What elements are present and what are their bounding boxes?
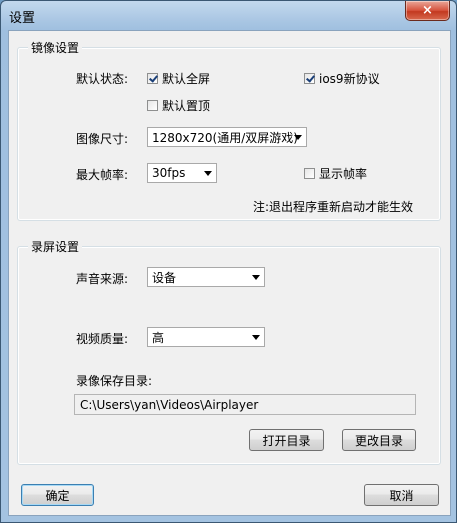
always-on-top-checkbox[interactable]: 默认置顶 [147,97,210,114]
dialog-client-area: 镜像设置 默认状态: 默认全屏 ios9新协议 默认置顶 图像尺寸: 1280x… [8,30,451,516]
always-on-top-label: 默认置顶 [162,99,211,113]
save-dir-label: 录像保存目录: [76,374,153,388]
fullscreen-label: 默认全屏 [162,72,211,86]
image-size-label: 图像尺寸: [76,132,129,146]
ios9-protocol-checkbox[interactable]: ios9新协议 [304,70,380,87]
chevron-down-icon [204,171,212,176]
default-state-label: 默认状态: [76,72,129,86]
max-fps-label: 最大帧率: [76,168,129,182]
checkbox-checked-icon [147,73,158,84]
restart-note: 注:退出程序重新启动才能生效 [253,200,414,214]
window-title: 设置 [9,11,36,26]
chevron-down-icon [252,275,260,280]
video-quality-label: 视频质量: [76,332,129,346]
max-fps-select[interactable]: 30fps [147,163,217,183]
mirror-settings-group: 镜像设置 默认状态: 默认全屏 ios9新协议 默认置顶 图像尺寸: 1280x… [17,39,441,221]
audio-source-label: 声音来源: [76,272,129,286]
ok-button[interactable]: 确定 [21,484,94,506]
save-dir-field[interactable]: C:\Users\yan\Videos\Airplayer [74,394,416,415]
title-bar[interactable]: 设置 × [1,1,456,30]
save-dir-value: C:\Users\yan\Videos\Airplayer [80,397,259,412]
settings-window: 设置 × 镜像设置 默认状态: 默认全屏 ios9新协议 默认置顶 图像尺寸: [0,0,457,523]
video-quality-value: 高 [152,330,165,345]
fullscreen-checkbox[interactable]: 默认全屏 [147,70,210,87]
audio-source-value: 设备 [152,270,177,285]
change-dir-button[interactable]: 更改目录 [342,429,416,451]
image-size-select[interactable]: 1280x720(通用/双屏游戏) [147,127,307,147]
image-size-value: 1280x720(通用/双屏游戏) [152,130,298,145]
checkbox-unchecked-icon [304,168,315,179]
show-fps-label: 显示帧率 [319,167,368,181]
ios9-protocol-label: ios9新协议 [319,72,380,86]
show-fps-checkbox[interactable]: 显示帧率 [304,165,367,182]
close-icon: × [422,3,433,18]
open-dir-button[interactable]: 打开目录 [249,429,324,451]
chevron-down-icon [294,135,302,140]
mirror-settings-title: 镜像设置 [28,39,83,56]
audio-source-select[interactable]: 设备 [147,267,265,287]
checkbox-checked-icon [304,73,315,84]
close-button[interactable]: × [405,1,450,21]
video-quality-select[interactable]: 高 [147,327,265,347]
checkbox-unchecked-icon [147,100,158,111]
max-fps-value: 30fps [152,166,186,180]
record-settings-title: 录屏设置 [28,238,83,255]
chevron-down-icon [252,335,260,340]
cancel-button[interactable]: 取消 [364,484,439,506]
